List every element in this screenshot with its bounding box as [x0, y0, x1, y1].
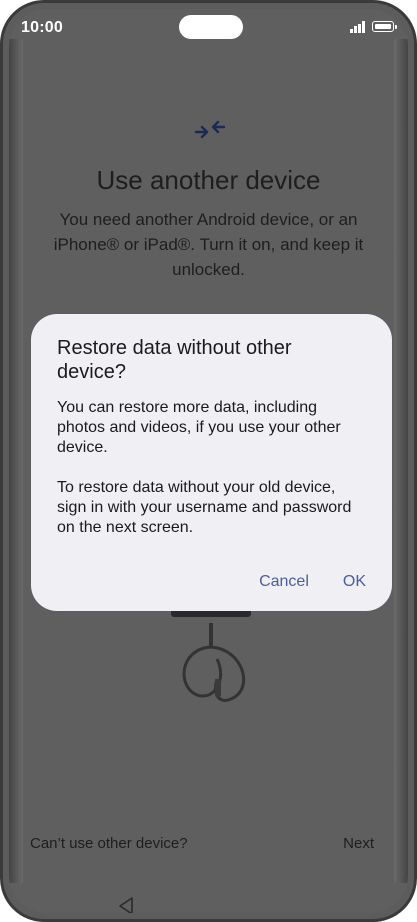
dialog-paragraph-1: You can restore more data, including pho…: [57, 399, 341, 456]
phone-frame: 10:00 Use another device You need anothe…: [0, 0, 417, 922]
page-title: Use another device: [96, 165, 321, 195]
restore-dialog: Restore data without other device? You c…: [31, 314, 392, 611]
cancel-button[interactable]: Cancel: [259, 573, 309, 591]
cant-use-other-device-button[interactable]: Can’t use other device?: [30, 835, 188, 852]
ok-button[interactable]: OK: [343, 573, 366, 591]
dialog-body: You can restore more data, including pho…: [57, 398, 366, 538]
swap-arrows-icon: [194, 120, 226, 139]
page-description: You need another Android device, or an i…: [53, 210, 364, 279]
dialog-actions: Cancel OK: [259, 573, 366, 591]
next-button[interactable]: Next: [343, 835, 374, 852]
usb-cable-icon: [171, 609, 251, 702]
dialog-title: Restore data without other device?: [57, 337, 292, 383]
screen: 10:00 Use another device You need anothe…: [9, 9, 408, 913]
back-triangle-icon[interactable]: [117, 896, 135, 913]
dialog-paragraph-2: To restore data without your old device,…: [57, 479, 352, 536]
